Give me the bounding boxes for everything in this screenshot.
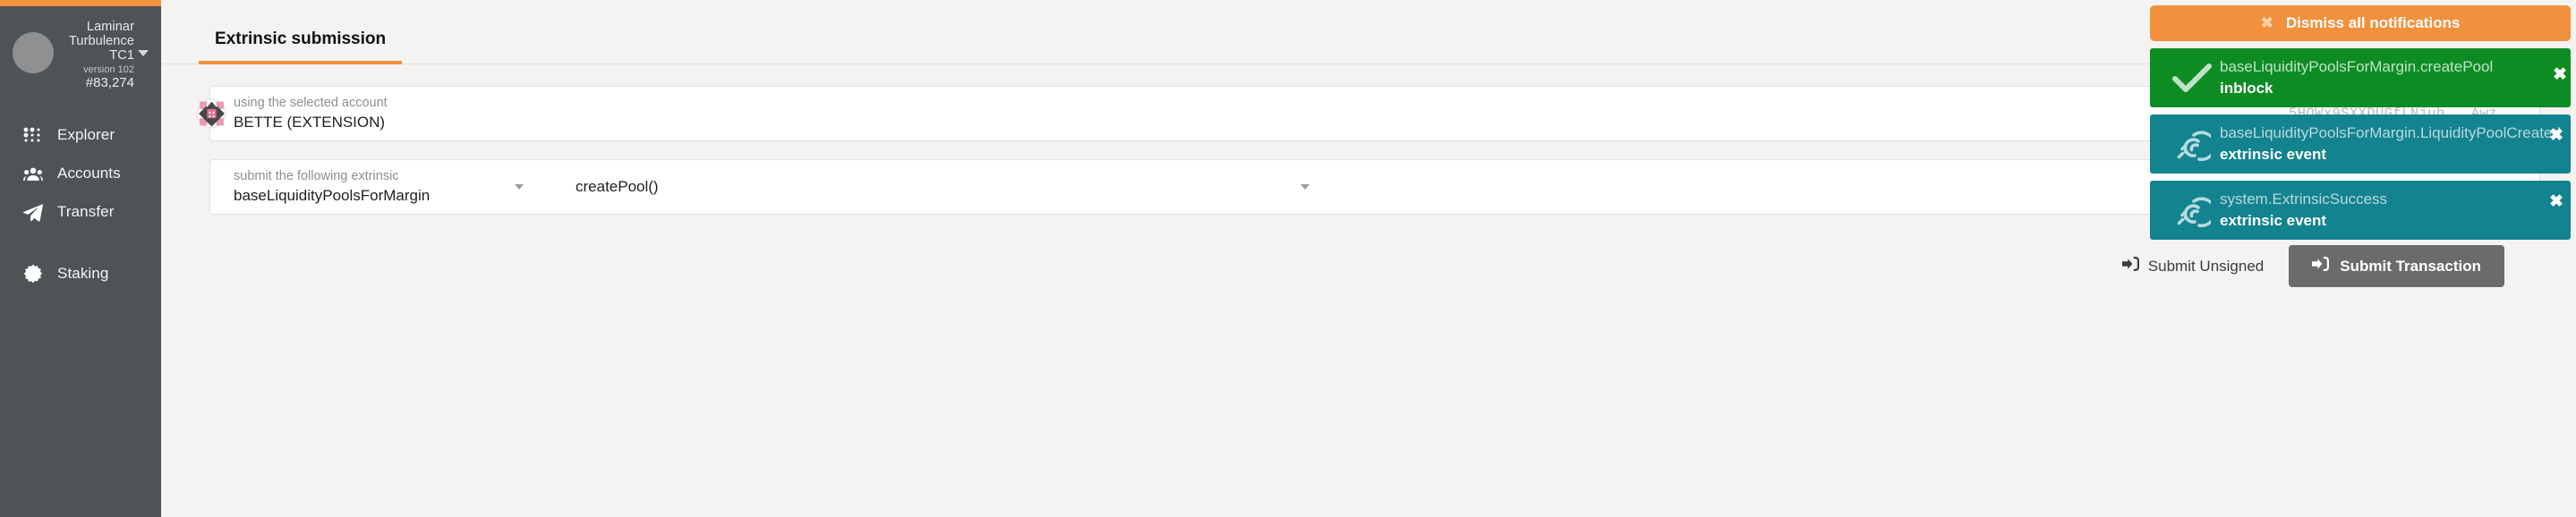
submit-transaction-button[interactable]: Submit Transaction bbox=[2289, 245, 2504, 287]
broadcast-ear-icon bbox=[2164, 191, 2220, 229]
sidebar-item-transfer[interactable]: Transfer bbox=[0, 193, 161, 232]
sidebar-accent-bar bbox=[0, 0, 161, 6]
sign-in-arrow-icon bbox=[2121, 257, 2139, 275]
extrinsic-field-hint: submit the following extrinsic bbox=[234, 169, 399, 184]
sidebar-item-explorer[interactable]: Explorer bbox=[0, 116, 161, 155]
sidebar-item-label: Transfer bbox=[57, 203, 115, 221]
notification-item[interactable]: baseLiquidityPoolsForMargin.createPool i… bbox=[2150, 48, 2571, 107]
submit-transaction-label: Submit Transaction bbox=[2340, 257, 2481, 275]
submit-unsigned-button[interactable]: Submit Unsigned bbox=[2117, 250, 2269, 283]
close-icon[interactable]: ✖ bbox=[2553, 66, 2567, 83]
check-icon bbox=[2164, 62, 2220, 94]
chevron-down-icon[interactable] bbox=[1301, 184, 1309, 190]
account-field-hint: using the selected account bbox=[234, 96, 388, 111]
notification-subtitle: extrinsic event bbox=[2220, 211, 2327, 229]
chain-selector[interactable]: Laminar Turbulence TC1 version 102 #83,2… bbox=[0, 0, 161, 91]
chevron-down-icon[interactable] bbox=[515, 184, 524, 190]
chain-name: Laminar Turbulence TC1 bbox=[68, 20, 134, 64]
certificate-icon bbox=[23, 264, 43, 284]
sign-in-arrow-icon bbox=[2312, 257, 2330, 275]
sidebar-nav: Explorer Accounts Transfer Staking bbox=[0, 116, 161, 293]
main-content: Extrinsic submission using the selected … bbox=[161, 0, 2576, 517]
extrinsic-section-select[interactable]: submit the following extrinsic baseLiqui… bbox=[234, 168, 538, 205]
notification-item[interactable]: system.ExtrinsicSuccess extrinsic event … bbox=[2150, 181, 2571, 240]
chain-logo bbox=[13, 32, 54, 73]
broadcast-ear-icon bbox=[2164, 125, 2220, 163]
tab-label: Extrinsic submission bbox=[215, 30, 387, 48]
account-field-value: BETTE (EXTENSION) bbox=[234, 113, 386, 131]
identicon-avatar[interactable] bbox=[197, 98, 226, 129]
chevron-down-icon[interactable] bbox=[138, 50, 149, 56]
dismiss-all-label: Dismiss all notifications bbox=[2285, 14, 2461, 31]
sidebar: Laminar Turbulence TC1 version 102 #83,2… bbox=[0, 0, 161, 517]
close-icon[interactable]: ✖ bbox=[2549, 127, 2563, 144]
notification-subtitle: extrinsic event bbox=[2220, 145, 2327, 163]
people-icon bbox=[23, 164, 43, 183]
notification-stack: ✖ Dismiss all notifications baseLiquidit… bbox=[2150, 5, 2571, 240]
chain-best-block: #83,274 bbox=[85, 75, 134, 91]
notification-item[interactable]: baseLiquidityPoolsForMargin.LiquidityPoo… bbox=[2150, 114, 2571, 174]
notification-title: system.ExtrinsicSuccess bbox=[2220, 191, 2388, 208]
braille-dots-icon bbox=[23, 125, 43, 145]
dismiss-all-notifications-button[interactable]: ✖ Dismiss all notifications bbox=[2150, 5, 2571, 41]
paper-plane-icon bbox=[23, 202, 43, 222]
submit-unsigned-label: Submit Unsigned bbox=[2147, 257, 2265, 275]
tab-extrinsic-submission[interactable]: Extrinsic submission bbox=[199, 30, 403, 64]
sidebar-item-label: Staking bbox=[57, 265, 109, 283]
close-icon[interactable]: ✖ bbox=[2549, 193, 2563, 210]
sidebar-item-label: Explorer bbox=[57, 126, 115, 144]
app-root: Laminar Turbulence TC1 version 102 #83,2… bbox=[0, 0, 2576, 517]
sidebar-item-accounts[interactable]: Accounts bbox=[0, 155, 161, 193]
notification-subtitle: inblock bbox=[2220, 79, 2273, 97]
sidebar-item-label: Accounts bbox=[57, 165, 121, 182]
notification-title: baseLiquidityPoolsForMargin.LiquidityPoo… bbox=[2220, 124, 2561, 142]
chain-version: version 102 bbox=[83, 64, 134, 75]
sidebar-item-staking[interactable]: Staking bbox=[0, 255, 161, 293]
form-actions: Submit Unsigned Submit Transaction bbox=[197, 233, 2540, 287]
extrinsic-section-value: baseLiquidityPoolsForMargin bbox=[234, 186, 431, 204]
notification-title: baseLiquidityPoolsForMargin.createPool bbox=[2220, 58, 2494, 76]
close-icon: ✖ bbox=[2260, 14, 2273, 31]
